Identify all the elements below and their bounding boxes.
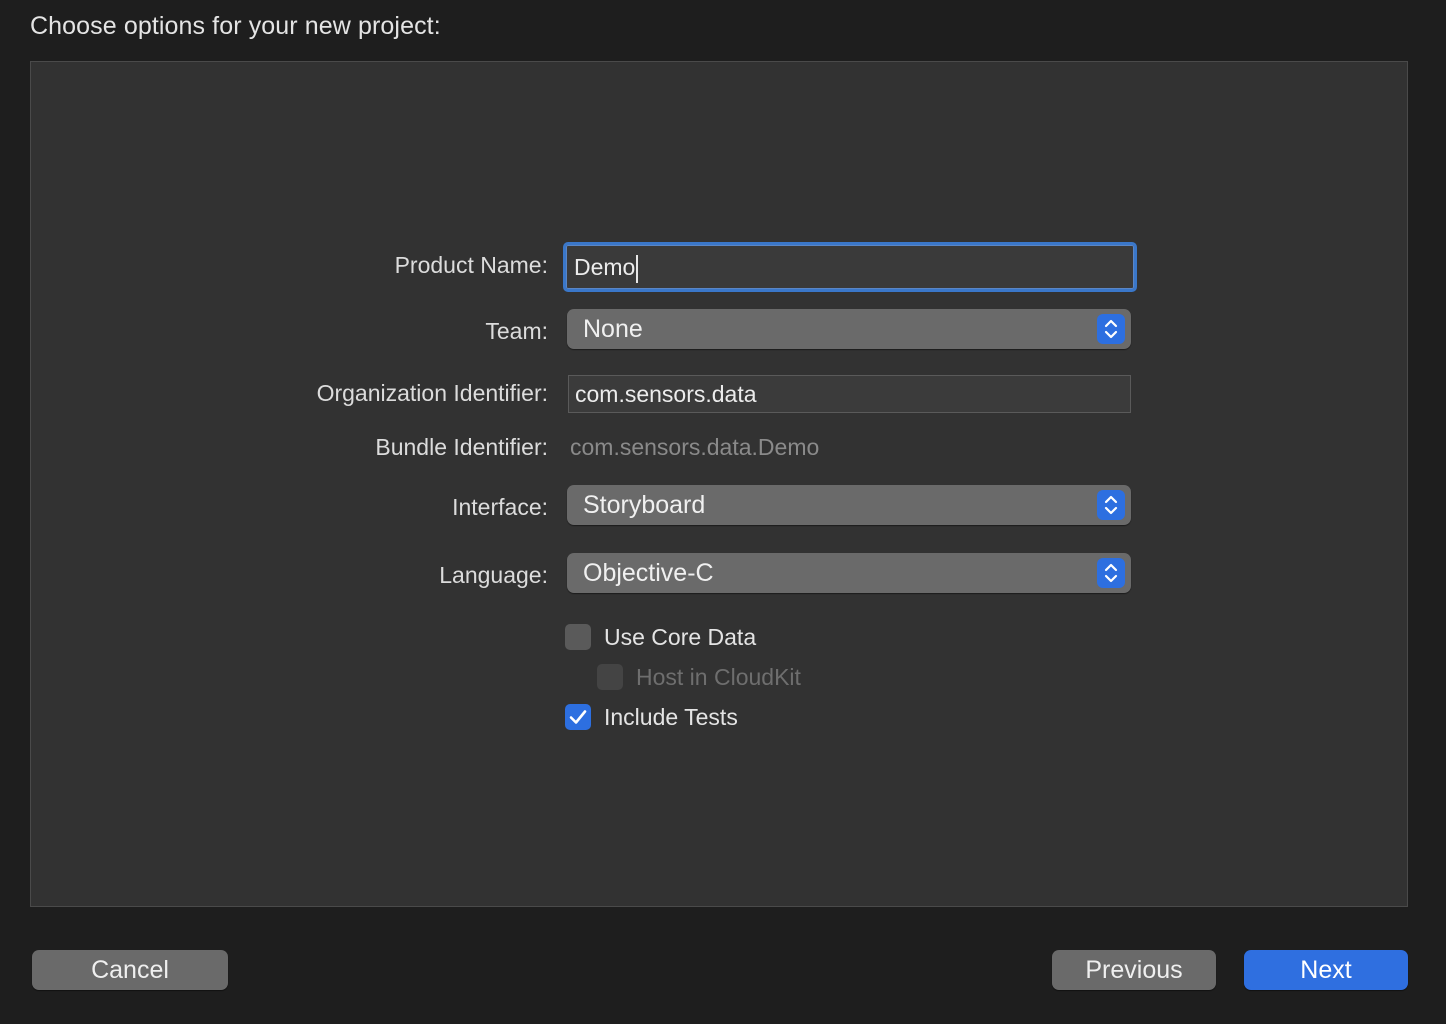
interface-label: Interface:: [452, 494, 548, 520]
team-value: None: [583, 315, 643, 343]
checkbox-box: [565, 624, 591, 650]
next-button[interactable]: Next: [1244, 950, 1408, 990]
cancel-button[interactable]: Cancel: [32, 950, 228, 990]
text-caret: [636, 254, 639, 283]
sheet-title: Choose options for your new project:: [30, 12, 441, 40]
up-down-chevron-icon: [1097, 314, 1125, 344]
bundle-identifier-label: Bundle Identifier:: [375, 434, 548, 460]
new-project-options-sheet: Choose options for your new project: Pro…: [0, 0, 1446, 1024]
language-label: Language:: [439, 562, 548, 588]
use-core-data-label: Use Core Data: [604, 623, 757, 650]
host-in-cloudkit-checkbox: Host in CloudKit: [597, 662, 801, 692]
interface-popup[interactable]: Storyboard: [567, 485, 1131, 525]
organization-identifier-field[interactable]: com.sensors.data: [568, 375, 1131, 413]
use-core-data-checkbox[interactable]: Use Core Data: [565, 622, 756, 652]
checkbox-box: [597, 664, 623, 690]
product-name-field[interactable]: Demo: [563, 242, 1137, 292]
product-name-label: Product Name:: [394, 252, 548, 278]
product-name-value: Demo: [574, 254, 636, 280]
language-value: Objective-C: [583, 559, 714, 587]
up-down-chevron-icon: [1097, 490, 1125, 520]
organization-identifier-value: com.sensors.data: [575, 381, 757, 407]
bundle-identifier-value: com.sensors.data.Demo: [570, 434, 820, 460]
team-popup[interactable]: None: [567, 309, 1131, 349]
team-label: Team:: [485, 318, 548, 344]
interface-value: Storyboard: [583, 491, 706, 519]
up-down-chevron-icon: [1097, 558, 1125, 588]
language-popup[interactable]: Objective-C: [567, 553, 1131, 593]
organization-identifier-label: Organization Identifier:: [316, 380, 548, 406]
checkmark-icon: [565, 704, 591, 730]
include-tests-checkbox[interactable]: Include Tests: [565, 702, 738, 732]
options-panel: [30, 61, 1408, 907]
include-tests-label: Include Tests: [604, 703, 738, 730]
host-in-cloudkit-label: Host in CloudKit: [636, 663, 801, 690]
previous-button[interactable]: Previous: [1052, 950, 1216, 990]
